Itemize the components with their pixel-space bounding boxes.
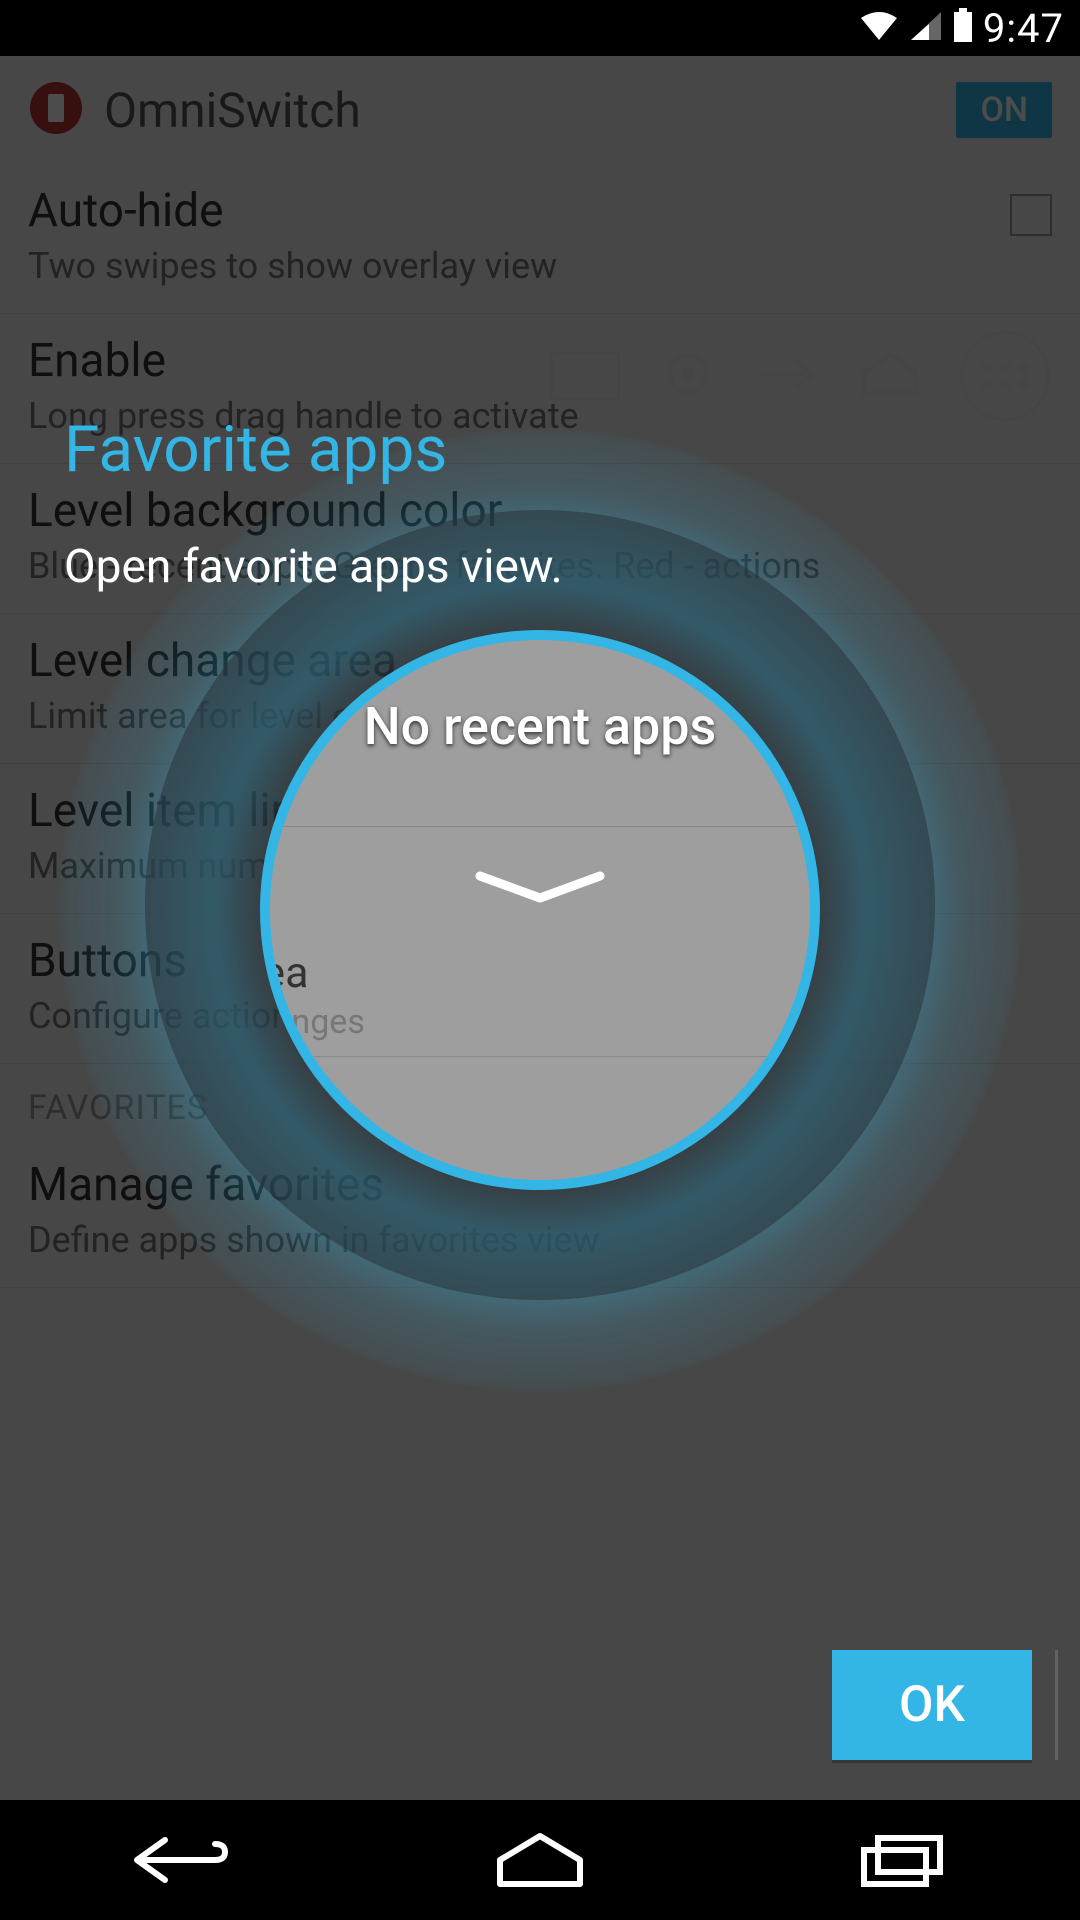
recents-button[interactable]	[800, 1820, 1000, 1900]
navigation-bar	[0, 1800, 1080, 1920]
lens-row: nit umber of le	[260, 1070, 820, 1180]
lens-row-sub: umber of le	[260, 1132, 820, 1172]
showcase-lens[interactable]: No recent apps ange area or level change…	[260, 630, 820, 1190]
cell-signal-icon	[909, 5, 943, 52]
status-bar: 9:47	[0, 0, 1080, 56]
status-clock: 9:47	[983, 5, 1064, 52]
tutorial-title: Favorite apps	[64, 412, 447, 487]
lens-row-title: nit	[260, 1078, 820, 1128]
no-recent-apps-label: No recent apps	[270, 696, 810, 757]
divider	[1055, 1650, 1058, 1760]
lens-row-sub: or level changes	[260, 1002, 820, 1042]
home-button[interactable]	[440, 1820, 640, 1900]
battery-icon	[953, 5, 973, 52]
divider	[270, 826, 810, 827]
ok-button[interactable]: OK	[832, 1650, 1032, 1760]
lens-row: ange area or level changes	[260, 940, 820, 1050]
lens-row-title: ange area	[260, 948, 820, 998]
chevron-down-icon[interactable]	[470, 868, 610, 908]
back-button[interactable]	[80, 1820, 280, 1900]
wifi-icon	[859, 5, 899, 52]
tutorial-body: Open favorite apps view.	[64, 540, 563, 594]
divider	[260, 1056, 820, 1057]
